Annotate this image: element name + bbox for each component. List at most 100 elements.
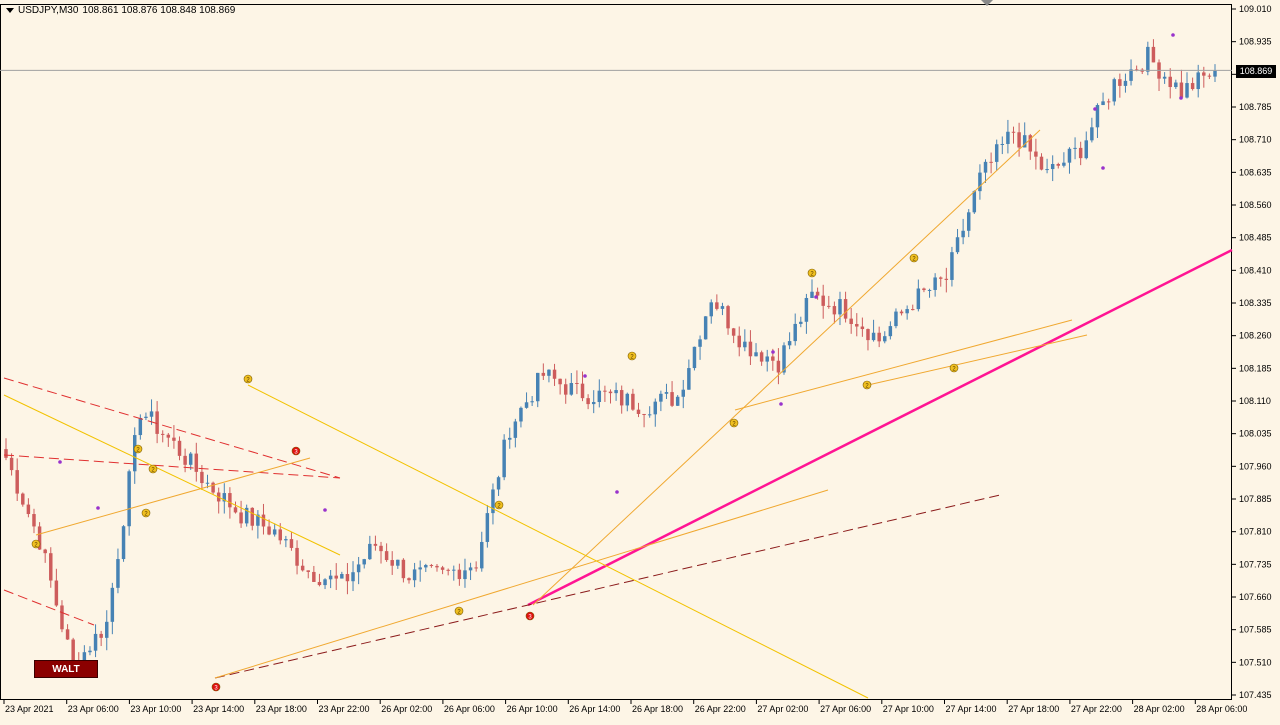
- candle-body: [597, 390, 602, 402]
- candle-body: [99, 633, 103, 638]
- candle-body: [787, 341, 792, 346]
- candle-body: [250, 507, 255, 526]
- y-tick-label: 107.585: [1239, 625, 1272, 635]
- candle-body: [793, 323, 797, 342]
- candle-body: [1039, 156, 1044, 170]
- x-tick-label: 23 Apr 10:00: [130, 704, 181, 714]
- candle-body: [989, 161, 993, 163]
- candle-body: [15, 470, 19, 494]
- candle-body: [144, 416, 148, 418]
- symbol-label: USDJPY,M30: [18, 5, 79, 16]
- wick-dot: [583, 374, 587, 378]
- candle-body: [323, 579, 327, 586]
- candle-body: [1151, 46, 1156, 63]
- candle-body: [177, 440, 182, 456]
- yellow-trendline: [247, 384, 869, 699]
- y-tick-label: 108.335: [1239, 298, 1272, 308]
- candle-body: [922, 288, 926, 291]
- candle-body: [871, 332, 876, 341]
- x-tick-label: 26 Apr 14:00: [569, 704, 620, 714]
- candle-body: [1090, 127, 1094, 141]
- candle-body: [580, 383, 585, 399]
- candle-body: [575, 382, 579, 384]
- candle-body: [933, 277, 937, 290]
- chart-shift-marker-icon[interactable]: [981, 0, 993, 6]
- price-chart[interactable]: 109.010108.935108.860108.785108.710108.6…: [0, 0, 1280, 720]
- candle-body: [295, 547, 299, 566]
- candle-body: [1101, 101, 1105, 106]
- candle-body: [939, 277, 943, 279]
- candle-body: [188, 453, 193, 465]
- candle-body: [21, 493, 25, 505]
- candle-body: [737, 335, 741, 348]
- candle-body: [172, 437, 176, 441]
- candle-body: [127, 471, 131, 527]
- candle-body: [754, 352, 758, 357]
- candle-body: [211, 482, 215, 493]
- candle-body: [474, 567, 478, 569]
- candle-body: [429, 565, 434, 567]
- candle-body: [670, 392, 674, 406]
- candle-body: [849, 318, 853, 325]
- candle-body: [289, 539, 294, 548]
- candle-body: [1067, 148, 1072, 163]
- wick-dot: [1171, 33, 1175, 37]
- x-tick-label: 26 Apr 02:00: [381, 704, 432, 714]
- candle-body: [815, 291, 820, 296]
- candle-body: [32, 514, 36, 527]
- candle-body: [647, 414, 652, 416]
- candle-body: [636, 409, 641, 414]
- candle-body: [362, 559, 366, 565]
- candle-body: [233, 507, 238, 513]
- candle-body: [138, 417, 143, 436]
- candle-body: [950, 252, 954, 280]
- y-tick-label: 107.510: [1239, 657, 1272, 667]
- dashed-red-line: [3, 377, 341, 479]
- candle-body: [60, 605, 64, 630]
- candle-body: [468, 567, 473, 571]
- y-tick-label: 108.560: [1239, 200, 1272, 210]
- x-tick-label: 26 Apr 22:00: [695, 704, 746, 714]
- candle-body: [558, 378, 562, 385]
- chart-area[interactable]: 109.010108.935108.860108.785108.710108.6…: [0, 0, 1280, 720]
- candle-body: [502, 439, 506, 478]
- candle-body: [1202, 72, 1206, 76]
- candle-body: [9, 457, 14, 471]
- wick-dot: [58, 460, 62, 464]
- candle-body: [205, 482, 210, 484]
- candle-body: [866, 329, 870, 341]
- x-tick-label: 27 Apr 18:00: [1008, 704, 1059, 714]
- walt-button[interactable]: WALT: [34, 660, 98, 678]
- dropdown-triangle-icon[interactable]: [6, 8, 14, 13]
- candle-body: [446, 569, 450, 571]
- wick-dot: [1179, 96, 1183, 100]
- candle-body: [966, 212, 971, 231]
- y-tick-label: 107.660: [1239, 592, 1272, 602]
- candle-body: [267, 526, 271, 535]
- candle-body: [54, 580, 59, 606]
- candle-body: [832, 306, 837, 315]
- candle-body: [776, 360, 781, 373]
- candle-body: [748, 341, 753, 357]
- wick-dot: [323, 508, 327, 512]
- candle-body: [317, 581, 322, 586]
- y-tick-label: 108.260: [1239, 331, 1272, 341]
- candle-body: [1196, 72, 1200, 90]
- candle-body: [345, 574, 350, 582]
- x-tick-label: 27 Apr 06:00: [820, 704, 871, 714]
- candle-body: [121, 526, 126, 560]
- candle-body: [300, 565, 305, 571]
- candle-body: [183, 455, 187, 465]
- candle-body: [619, 390, 624, 406]
- candle-body: [513, 421, 518, 438]
- candle-body: [1112, 79, 1116, 102]
- x-tick-label: 26 Apr 10:00: [507, 704, 558, 714]
- x-tick-label: 23 Apr 06:00: [68, 704, 119, 714]
- candle-body: [4, 449, 8, 458]
- candle-body: [463, 570, 467, 580]
- candle-body: [149, 411, 154, 417]
- candle-body: [166, 434, 171, 438]
- candle-body: [1073, 147, 1077, 149]
- wick-dot: [615, 490, 619, 494]
- candle-body: [994, 144, 999, 162]
